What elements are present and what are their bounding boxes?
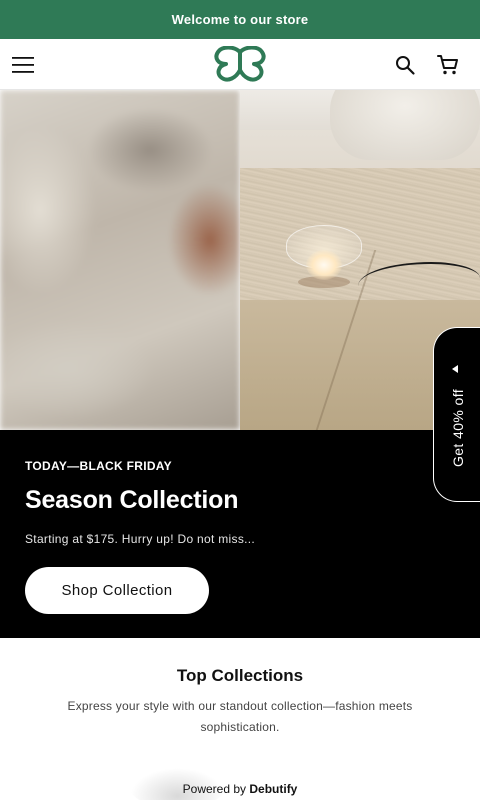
promo-section: TODAY—BLACK FRIDAY Season Collection Sta… [0,430,480,638]
store-logo[interactable] [213,45,267,83]
powered-by: Powered by Debutify [0,782,480,796]
announcement-text: Welcome to our store [171,12,309,27]
promo-subtitle: Starting at $175. Hurry up! Do not miss.… [25,532,256,546]
hamburger-menu-icon [12,57,34,73]
powered-prefix: Powered by [182,782,247,796]
top-collections-section: Top Collections Express your style with … [0,638,480,800]
promo-title: Season Collection [25,486,239,514]
discount-tab-label: Get 40% off [450,388,466,468]
menu-button[interactable] [8,50,38,80]
lamp-glow [306,250,342,280]
section-title: Top Collections [176,666,304,685]
shop-collection-button[interactable]: Shop Collection [25,567,209,614]
discount-popup-tab[interactable]: Get 40% off [433,327,480,502]
caret-left-icon [452,365,458,373]
hero-banner [0,90,480,430]
shop-collection-label: Shop Collection [61,582,173,599]
cart-button[interactable] [433,50,463,80]
butterfly-logo-icon [214,46,266,82]
search-icon [396,56,415,75]
hero-image-blurred-interior [0,90,240,430]
search-button[interactable] [390,50,420,80]
stool-shape [330,90,480,160]
section-description: Express your style with our standout col… [67,699,413,734]
site-header [0,39,480,90]
promo-eyebrow: TODAY—BLACK FRIDAY [25,459,172,473]
announcement-bar: Welcome to our store [0,0,480,39]
cart-icon [437,55,458,75]
powered-brand-link[interactable]: Debutify [249,782,297,796]
